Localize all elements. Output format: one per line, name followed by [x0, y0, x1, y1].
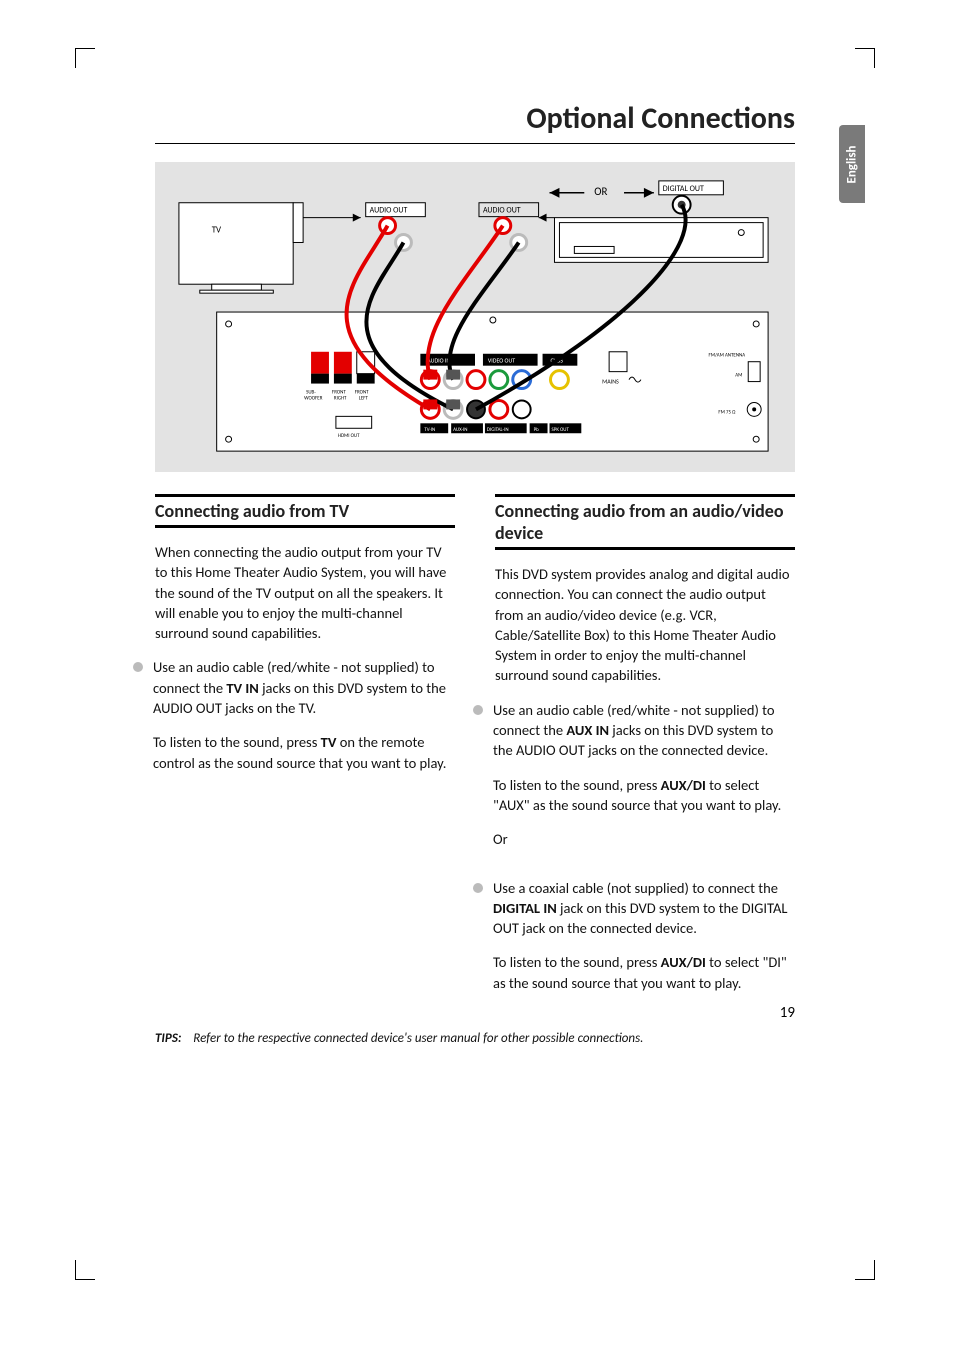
diagram-am-label: AM: [735, 373, 742, 379]
bullet-icon: [473, 705, 483, 715]
right-or: Or: [493, 829, 795, 849]
diagram-audio-out-2: AUDIO OUT: [483, 206, 521, 216]
diagram-audio-in-label: AUDIO IN: [427, 357, 450, 365]
right-column: Connecting audio from an audio/video dev…: [495, 494, 795, 1021]
svg-text:RIGHT: RIGHT: [334, 395, 347, 401]
crop-mark-br: [855, 1260, 875, 1280]
left-bullet-1: Use an audio cable (red/white - not supp…: [155, 657, 455, 786]
right-p3-bold: AUX/DI: [661, 953, 706, 971]
diagram-mains-label: MAINS: [602, 378, 619, 386]
svg-text:WOOFER: WOOFER: [304, 395, 323, 401]
page-content: Optional Connections English TV AUDIO OU…: [75, 40, 865, 1046]
diagram-digital-in-label: DIGITAL-IN: [487, 427, 509, 433]
left-heading: Connecting audio from TV: [155, 494, 455, 528]
diagram-pb-label: Pb: [534, 427, 540, 433]
right-bullet-2: Use a coaxial cable (not supplied) to co…: [495, 878, 795, 1007]
diagram-hdmi-out-label: HDMI OUT: [338, 433, 360, 439]
right-bullet-1-text: Use an audio cable (red/white - not supp…: [493, 700, 795, 761]
svg-text:LEFT: LEFT: [359, 395, 369, 401]
language-tab-label: English: [845, 145, 860, 183]
left-column: Connecting audio from TV When connecting…: [155, 494, 455, 1021]
tips-row: TIPS: Refer to the respective connected …: [155, 1031, 795, 1046]
diagram-video-out-label: VIDEO OUT: [488, 357, 515, 365]
right-b1-bold: AUX IN: [566, 721, 609, 739]
right-paragraph-3: To listen to the sound, press AUX/DI to …: [493, 952, 795, 993]
tips-text: Refer to the respective connected device…: [193, 1031, 643, 1046]
diagram-svg: TV AUDIO OUT AUDIO OUT OR: [156, 163, 794, 471]
bullet-icon: [133, 662, 143, 672]
crop-mark-bl: [75, 1260, 95, 1280]
connection-diagram: TV AUDIO OUT AUDIO OUT OR: [155, 162, 795, 472]
left-b1-bold: TV IN: [226, 679, 258, 697]
left-p2-bold: TV: [321, 733, 337, 751]
diagram-or-label: OR: [594, 185, 607, 198]
diagram-aux-in-label: AUX-IN: [453, 427, 467, 433]
tips-label: TIPS:: [155, 1031, 181, 1046]
diagram-tv-label: TV: [212, 225, 222, 236]
right-bullet-1: Use an audio cable (red/white - not supp…: [495, 700, 795, 864]
left-p2-pre: To listen to the sound, press: [153, 733, 321, 751]
left-paragraph-2: To listen to the sound, press TV on the …: [153, 732, 455, 773]
right-bullet-2-text: Use a coaxial cable (not supplied) to co…: [493, 878, 795, 939]
page-title: Optional Connections: [155, 100, 795, 137]
right-p2-pre: To listen to the sound, press: [493, 776, 661, 794]
diagram-spk-out-label: SPK OUT: [552, 427, 570, 433]
right-p2-bold: AUX/DI: [661, 776, 706, 794]
page-number: 19: [780, 1004, 795, 1022]
right-paragraph-2: To listen to the sound, press AUX/DI to …: [493, 775, 795, 816]
bullet-icon: [473, 883, 483, 893]
left-paragraph-1: When connecting the audio output from yo…: [155, 542, 455, 643]
right-p3-pre: To listen to the sound, press: [493, 953, 661, 971]
left-bullet-1-text: Use an audio cable (red/white - not supp…: [153, 657, 455, 718]
right-heading: Connecting audio from an audio/video dev…: [495, 494, 795, 550]
page-title-row: Optional Connections: [155, 100, 795, 144]
diagram-fm-am-antenna-label: FM/AM ANTENNA: [708, 353, 745, 359]
diagram-audio-out-1: AUDIO OUT: [370, 206, 408, 216]
right-paragraph-1: This DVD system provides analog and digi…: [495, 564, 795, 686]
diagram-tv-in-label: TV-IN: [424, 427, 435, 433]
diagram-digital-out: DIGITAL OUT: [663, 184, 704, 194]
diagram-fm-label: FM 75 Ω: [718, 409, 736, 415]
language-tab: English: [839, 125, 865, 203]
right-b2-pre: Use a coaxial cable (not supplied) to co…: [493, 879, 778, 897]
right-b2-bold: DIGITAL IN: [493, 899, 557, 917]
content-columns: Connecting audio from TV When connecting…: [155, 494, 795, 1021]
